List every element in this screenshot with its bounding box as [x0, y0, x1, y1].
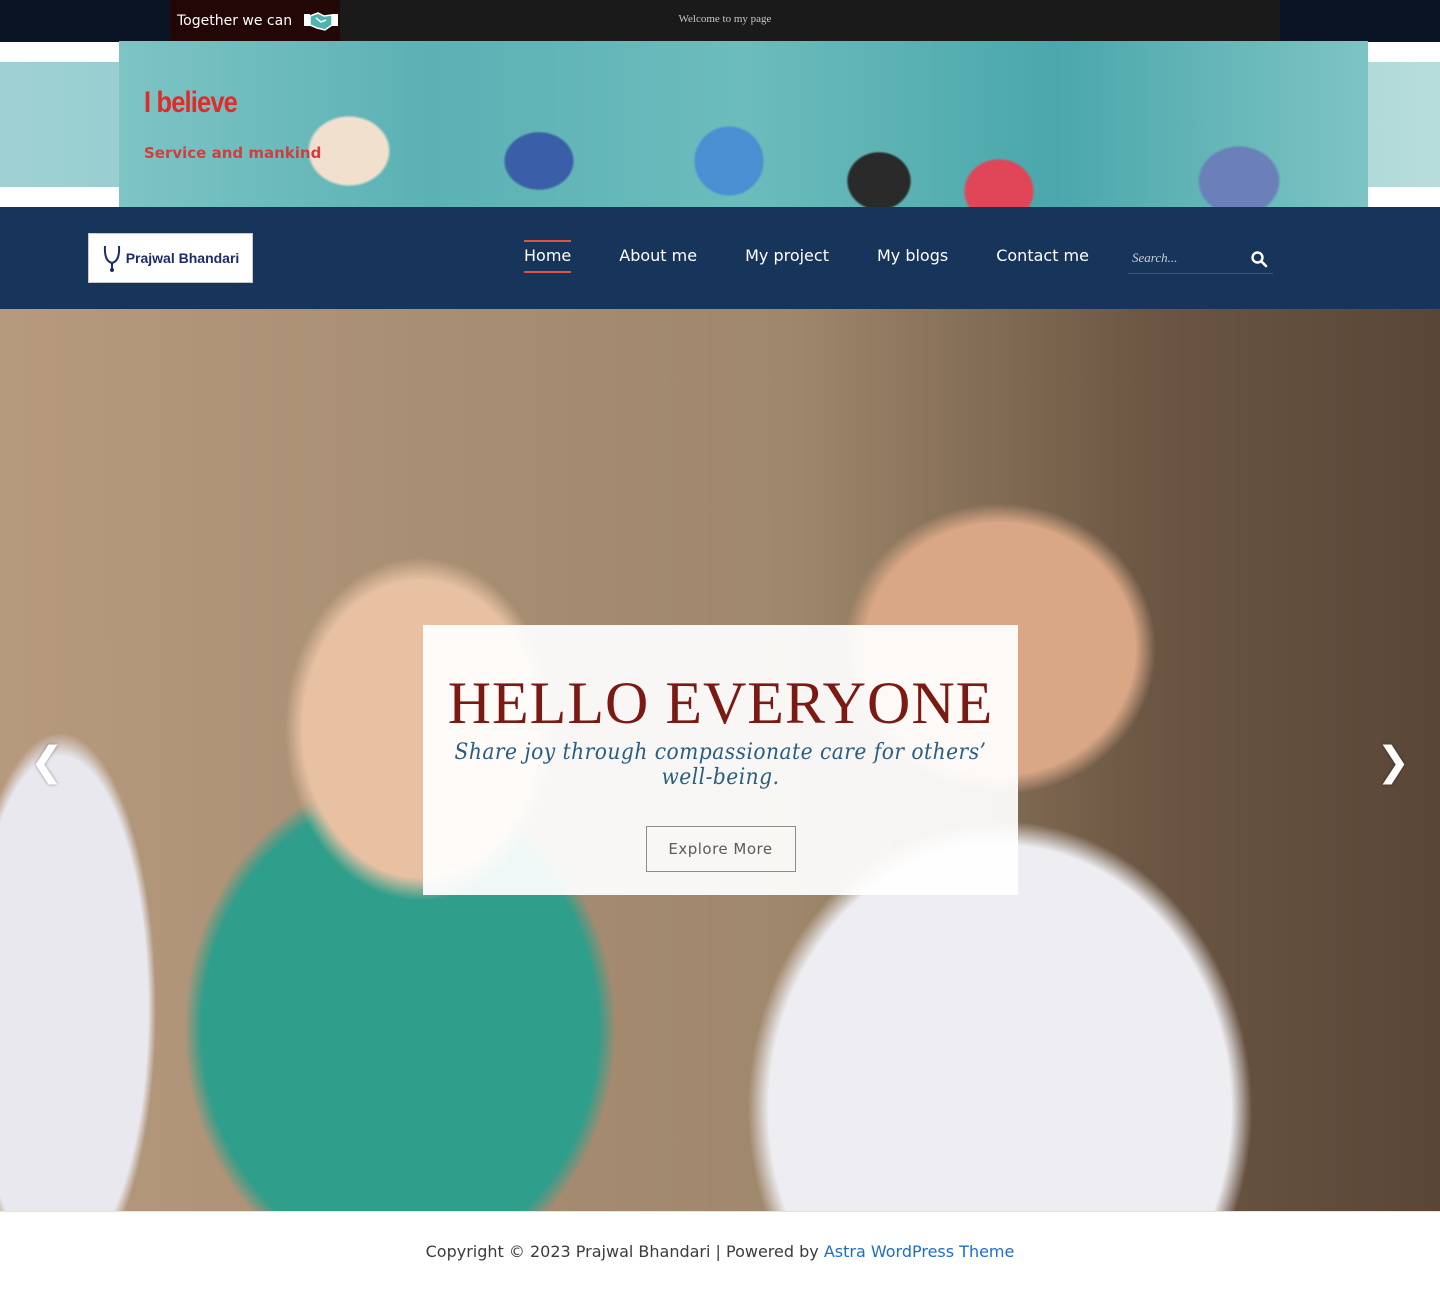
slider-prev-arrow[interactable]: ❮	[30, 739, 64, 785]
nav-item-contact-me[interactable]: Contact me	[996, 242, 1089, 269]
nav-item-home[interactable]: Home	[524, 240, 572, 273]
search-box	[1128, 244, 1273, 274]
hero-slider: ❮ ❯ HELLO EVERYONE Share joy through com…	[0, 309, 1440, 1211]
site-logo[interactable]: Prajwal Bhandari	[88, 233, 253, 283]
site-tagline: Service and mankind	[144, 144, 322, 162]
nav-item-my-blogs[interactable]: My blogs	[877, 242, 948, 269]
footer-copyright: Copyright © 2023 Prajwal Bhandari | Powe…	[425, 1242, 824, 1261]
header-banner-image	[119, 41, 1368, 207]
top-bar: Together we can Welcome to my page	[0, 0, 1440, 42]
explore-more-button[interactable]: Explore More	[645, 826, 796, 872]
logo-text: Prajwal Bhandari	[125, 250, 240, 266]
nav-item-my-project[interactable]: My project	[745, 242, 829, 269]
slide-subtitle: Share joy through compassionate care for…	[454, 740, 987, 790]
main-navigation: Prajwal Bhandari Home About me My projec…	[0, 207, 1440, 309]
top-bar-inner: Together we can Welcome to my page	[170, 0, 1280, 42]
nav-menu: Home About me My project My blogs Contac…	[524, 240, 1137, 273]
nav-item-about-me[interactable]: About me	[619, 242, 697, 269]
search-icon[interactable]	[1250, 250, 1268, 268]
site-footer: Copyright © 2023 Prajwal Bhandari | Powe…	[0, 1211, 1440, 1291]
slide-caption-card: HELLO EVERYONE Share joy through compass…	[423, 625, 1018, 895]
slide-title: HELLO EVERYONE	[447, 670, 994, 736]
welcome-text: Welcome to my page	[678, 13, 772, 25]
slider-next-arrow[interactable]: ❯	[1376, 739, 1410, 785]
site-title[interactable]: I believe	[144, 86, 238, 120]
search-input[interactable]	[1128, 244, 1248, 272]
footer-theme-link[interactable]: Astra WordPress Theme	[824, 1242, 1015, 1261]
stethoscope-icon	[103, 245, 120, 272]
